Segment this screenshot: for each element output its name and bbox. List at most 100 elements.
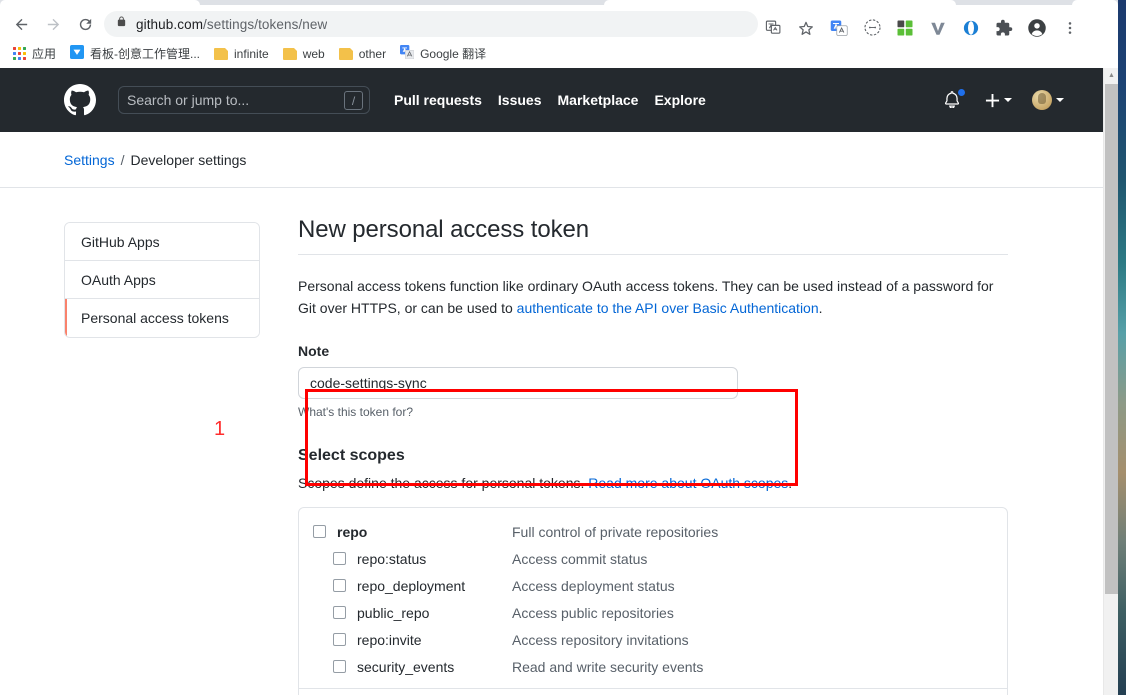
page-title: New personal access token	[298, 216, 1008, 255]
page-body: GitHub Apps OAuth Apps Personal access t…	[0, 188, 1118, 695]
bookmark-folder-other[interactable]: other	[332, 43, 393, 65]
scope-name: security_events	[357, 658, 455, 675]
scope-description: Access commit status	[512, 550, 648, 567]
sidebar-item-label: GitHub Apps	[81, 233, 160, 250]
back-arrow-icon[interactable]	[8, 11, 34, 37]
bookmark-apps-label: 应用	[32, 47, 57, 61]
note-label: Note	[298, 343, 330, 359]
scope-row-public-repo[interactable]: public_repo Access public repositories	[299, 599, 1007, 626]
folder-icon	[338, 47, 354, 60]
url-text: github.com/settings/tokens/new	[136, 16, 328, 32]
breadcrumb-separator: /	[120, 151, 125, 168]
folder-icon	[214, 47, 230, 60]
chevron-down-icon	[1056, 98, 1064, 102]
scope-description: Full control of private repositories	[512, 523, 719, 540]
reload-icon[interactable]	[72, 11, 98, 37]
scopes-description: Scopes define the access for personal to…	[298, 475, 1008, 491]
nav-explore[interactable]: Explore	[654, 92, 705, 108]
scroll-up-arrow-icon[interactable]: ▲	[1104, 68, 1118, 83]
intro-text-part-2: .	[818, 300, 823, 316]
bookmark-item-kanban[interactable]: 看板-创意工作管理...	[63, 43, 207, 65]
checkbox-repo-deployment[interactable]	[333, 579, 346, 592]
site-favicon	[70, 45, 85, 62]
bookmark-folder-web[interactable]: web	[276, 43, 332, 65]
page-viewport: ▲ Search or jump to... / Pull requests I…	[0, 68, 1118, 695]
main-content: New personal access token Personal acces…	[298, 216, 1008, 695]
page-scrollbar[interactable]: ▲	[1103, 68, 1118, 695]
scope-row-repo-invite[interactable]: repo:invite Access repository invitation…	[299, 626, 1007, 653]
scrollbar-thumb[interactable]	[1105, 84, 1118, 594]
note-input[interactable]	[298, 367, 738, 399]
bookmark-apps[interactable]: 应用	[6, 43, 63, 65]
lock-icon	[116, 15, 127, 33]
sidebar-item-oauth-apps[interactable]: OAuth Apps	[65, 261, 259, 299]
notifications-bell-icon[interactable]	[943, 88, 966, 110]
sidebar-item-label: OAuth Apps	[81, 271, 156, 288]
github-mark-icon[interactable]	[64, 84, 96, 116]
dotted-circle-extension-icon[interactable]	[857, 13, 887, 43]
scope-description: Access deployment status	[512, 577, 675, 594]
apps-grid-icon	[13, 47, 26, 60]
scope-description: Access public repositories	[512, 604, 674, 621]
nav-issues[interactable]: Issues	[498, 92, 542, 108]
note-section: Note What's this token for?	[298, 343, 1008, 419]
checkbox-repo[interactable]	[313, 525, 326, 538]
breadcrumb-current: Developer settings	[130, 151, 247, 168]
scope-row-repo[interactable]: repo Full control of private repositorie…	[299, 518, 1007, 545]
checkbox-repo-invite[interactable]	[333, 633, 346, 646]
nav-pull-requests[interactable]: Pull requests	[394, 92, 482, 108]
checkbox-public-repo[interactable]	[333, 606, 346, 619]
checkbox-repo-status[interactable]	[333, 552, 346, 565]
scopes-section: Select scopes Scopes define the access f…	[298, 447, 1008, 695]
scopes-desc-text: Scopes define the access for personal to…	[298, 475, 589, 491]
sidebar-item-personal-access-tokens[interactable]: Personal access tokens	[65, 299, 259, 337]
scope-name: repo_deployment	[357, 577, 466, 594]
bookmark-star-icon[interactable]	[791, 13, 821, 43]
scope-description: Access repository invitations	[512, 631, 689, 648]
blue-ring-extension-icon[interactable]	[956, 13, 986, 43]
chevron-down-icon	[1004, 98, 1012, 102]
user-avatar-menu[interactable]	[1032, 90, 1064, 110]
chrome-menu-icon[interactable]	[1055, 13, 1085, 43]
sidebar-item-label: Personal access tokens	[81, 310, 229, 326]
intro-paragraph: Personal access tokens function like ord…	[298, 275, 1008, 319]
breadcrumb: Settings / Developer settings	[0, 132, 1118, 188]
plus-icon[interactable]	[985, 93, 1012, 108]
breadcrumb-settings-link[interactable]: Settings	[64, 152, 115, 168]
search-input[interactable]: Search or jump to... /	[118, 86, 370, 114]
sidebar-item-github-apps[interactable]: GitHub Apps	[65, 223, 259, 261]
qr-grid-extension-icon[interactable]	[890, 13, 920, 43]
bookmark-label: Google 翻译	[420, 47, 487, 61]
google-translate-favicon	[400, 45, 415, 62]
oauth-scopes-link[interactable]: Read more about OAuth scopes	[588, 475, 788, 491]
note-help-text: What's this token for?	[298, 405, 414, 419]
extensions-puzzle-icon[interactable]	[989, 13, 1019, 43]
scope-name: public_repo	[357, 604, 430, 621]
forward-arrow-icon[interactable]	[40, 11, 66, 37]
google-translate-extension-icon[interactable]	[824, 13, 854, 43]
basic-auth-link[interactable]: authenticate to the API over Basic Authe…	[517, 300, 819, 316]
scope-row-security-events[interactable]: security_events Read and write security …	[299, 653, 1007, 680]
bookmark-item-google-translate[interactable]: Google 翻译	[393, 43, 493, 65]
checkbox-security-events[interactable]	[333, 660, 346, 673]
scopes-list: repo Full control of private repositorie…	[298, 507, 1008, 695]
folder-icon	[282, 47, 298, 60]
avatar	[1032, 90, 1052, 110]
search-shortcut-key: /	[344, 91, 363, 110]
scope-name: repo	[337, 523, 368, 540]
translate-page-icon[interactable]	[758, 13, 788, 43]
nav-marketplace[interactable]: Marketplace	[558, 92, 639, 108]
scope-row-repo-status[interactable]: repo:status Access commit status	[299, 545, 1007, 572]
scope-row-repo-deployment[interactable]: repo_deployment Access deployment status	[299, 572, 1007, 599]
notification-dot	[957, 88, 966, 97]
annotation-number: 1	[214, 418, 226, 440]
scope-description: Read and write security events	[512, 658, 704, 675]
github-main-nav: Pull requests Issues Marketplace Explore	[394, 92, 722, 108]
address-bar[interactable]: github.com/settings/tokens/new	[104, 11, 758, 37]
github-header-actions	[943, 68, 1084, 132]
v-extension-icon[interactable]	[923, 13, 953, 43]
bookmark-folder-infinite[interactable]: infinite	[207, 43, 276, 65]
scopes-desc-period: .	[788, 475, 793, 491]
profile-avatar-icon[interactable]	[1022, 13, 1052, 43]
github-header: Search or jump to... / Pull requests Iss…	[0, 68, 1118, 132]
